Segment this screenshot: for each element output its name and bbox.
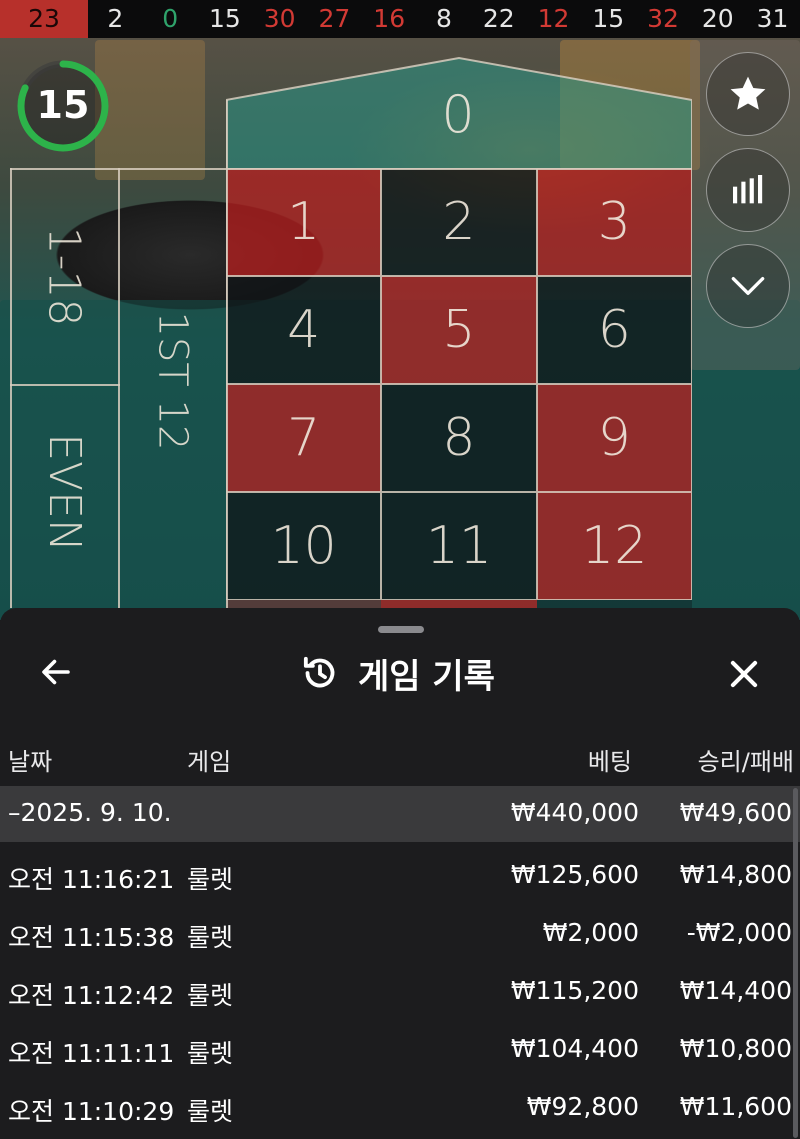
number-cell-11[interactable]: 11 bbox=[381, 492, 537, 600]
row-result: ₩14,400 bbox=[679, 976, 792, 1005]
date-group-label: –2025. 9. 10. bbox=[8, 798, 172, 827]
arrow-left-icon bbox=[42, 659, 70, 685]
close-icon bbox=[730, 660, 758, 688]
row-result: -₩2,000 bbox=[686, 918, 792, 947]
background-panel bbox=[95, 40, 205, 180]
scrollbar[interactable] bbox=[793, 788, 798, 1138]
panel-title: 게임 기록 bbox=[358, 656, 495, 697]
favorite-button[interactable] bbox=[706, 52, 790, 136]
history-row[interactable]: 오전 11:16:21 룰렛 ₩125,600 ₩14,800 bbox=[0, 846, 800, 904]
statistics-icon bbox=[733, 175, 763, 204]
bet-even[interactable]: EVEN bbox=[10, 384, 118, 600]
column-date: 날짜 bbox=[8, 748, 53, 776]
bet-1-18[interactable]: 1-18 bbox=[10, 168, 118, 384]
result-item: 12 bbox=[537, 4, 570, 33]
column-game: 게임 bbox=[187, 748, 232, 776]
board-line bbox=[118, 168, 120, 608]
number-cell-9[interactable]: 9 bbox=[536, 384, 692, 492]
row-bet: ₩2,000 bbox=[542, 918, 639, 947]
number-cell-8[interactable]: 8 bbox=[381, 384, 537, 492]
collapse-button[interactable] bbox=[706, 244, 790, 328]
row-game: 룰렛 bbox=[187, 865, 234, 894]
row-bet: ₩92,800 bbox=[526, 1092, 639, 1121]
live-game-view: 0 1 2 3 4 5 6 7 8 9 10 11 12 1-18 EVEN 1ST 12 15 bbox=[0, 0, 800, 620]
row-game: 룰렛 bbox=[187, 981, 234, 1010]
board-line bbox=[226, 100, 228, 608]
row-game: 룰렛 bbox=[187, 923, 234, 952]
number-cell-1[interactable]: 1 bbox=[226, 168, 382, 276]
row-bet: ₩125,600 bbox=[510, 860, 639, 889]
board-line bbox=[10, 384, 120, 386]
drag-handle[interactable] bbox=[378, 626, 424, 633]
row-result: ₩14,800 bbox=[679, 860, 792, 889]
star-icon bbox=[730, 76, 766, 110]
result-item: 16 bbox=[373, 4, 406, 33]
number-cell-7[interactable]: 7 bbox=[226, 384, 382, 492]
row-time: 오전 11:11:11 bbox=[8, 1039, 175, 1068]
date-group-result: ₩49,600 bbox=[679, 798, 792, 827]
result-item: 20 bbox=[701, 4, 734, 33]
number-cell-10[interactable]: 10 bbox=[226, 492, 382, 600]
result-item: 8 bbox=[436, 4, 452, 33]
panel-header: 게임 기록 bbox=[300, 648, 495, 698]
row-result: ₩11,600 bbox=[679, 1092, 792, 1121]
bet-1st-12[interactable]: 1ST 12 bbox=[118, 168, 226, 600]
history-icon bbox=[303, 656, 335, 688]
result-item: 15 bbox=[209, 4, 241, 33]
row-bet: ₩104,400 bbox=[510, 1034, 639, 1063]
bet-even-label: EVEN bbox=[38, 432, 90, 552]
result-item: 22 bbox=[482, 4, 515, 33]
timer-seconds: 15 bbox=[36, 83, 90, 127]
recent-results-strip: 23 2 0 15 30 27 16 8 22 12 15 32 20 31 bbox=[0, 0, 800, 38]
bet-1-18-label: 1-18 bbox=[38, 226, 90, 326]
result-item: 15 bbox=[592, 4, 625, 33]
number-cell-3[interactable]: 3 bbox=[536, 168, 692, 276]
result-item: 27 bbox=[318, 4, 351, 33]
number-cell-2[interactable]: 2 bbox=[381, 168, 537, 276]
bet-1st-12-label: 1ST 12 bbox=[149, 311, 196, 451]
date-group-bet: ₩440,000 bbox=[510, 798, 639, 827]
result-item: 2 bbox=[107, 4, 124, 33]
date-group-row[interactable]: –2025. 9. 10. ₩440,000 ₩49,600 bbox=[0, 786, 800, 842]
column-result: 승리/패배 bbox=[697, 748, 794, 776]
chevron-down-icon bbox=[731, 277, 765, 295]
result-item: 0 bbox=[162, 4, 179, 33]
row-time: 오전 11:12:42 bbox=[8, 981, 175, 1010]
row-game: 룰렛 bbox=[187, 1039, 234, 1068]
board-line bbox=[10, 168, 692, 170]
history-row[interactable]: 오전 11:11:11 룰렛 ₩104,400 ₩10,800 bbox=[0, 1020, 800, 1078]
row-result: ₩10,800 bbox=[679, 1034, 792, 1063]
result-item: 32 bbox=[647, 4, 679, 33]
history-row[interactable]: 오전 11:12:42 룰렛 ₩115,200 ₩14,400 bbox=[0, 962, 800, 1020]
close-button[interactable] bbox=[722, 652, 766, 696]
history-row[interactable]: 오전 11:15:38 룰렛 ₩2,000 -₩2,000 bbox=[0, 904, 800, 962]
column-bet: 베팅 bbox=[587, 748, 632, 776]
zero-number[interactable]: 0 bbox=[380, 70, 536, 160]
row-time: 오전 11:15:38 bbox=[8, 923, 175, 952]
number-cell-12[interactable]: 12 bbox=[536, 492, 692, 600]
back-button[interactable] bbox=[36, 652, 76, 692]
result-item: 30 bbox=[263, 4, 296, 33]
board-line bbox=[10, 168, 12, 608]
number-cell-5[interactable]: 5 bbox=[381, 276, 537, 384]
row-bet: ₩115,200 bbox=[510, 976, 639, 1005]
game-history-panel: 게임 기록 날짜 게임 베팅 승리/패배 –2025. 9. 10. ₩440,… bbox=[0, 608, 800, 1139]
latest-result: 23 bbox=[0, 0, 88, 38]
history-row[interactable]: 오전 11:10:29 룰렛 ₩92,800 ₩11,600 bbox=[0, 1078, 800, 1136]
row-time: 오전 11:16:21 bbox=[8, 865, 175, 894]
statistics-button[interactable] bbox=[706, 148, 790, 232]
table-header: 날짜 게임 베팅 승리/패배 bbox=[0, 734, 800, 782]
number-cell-6[interactable]: 6 bbox=[536, 276, 692, 384]
row-game: 룰렛 bbox=[187, 1097, 234, 1126]
row-time: 오전 11:10:29 bbox=[8, 1097, 175, 1126]
number-cell-4[interactable]: 4 bbox=[226, 276, 382, 384]
countdown-timer: 15 bbox=[16, 56, 110, 156]
result-item: 31 bbox=[756, 4, 789, 33]
